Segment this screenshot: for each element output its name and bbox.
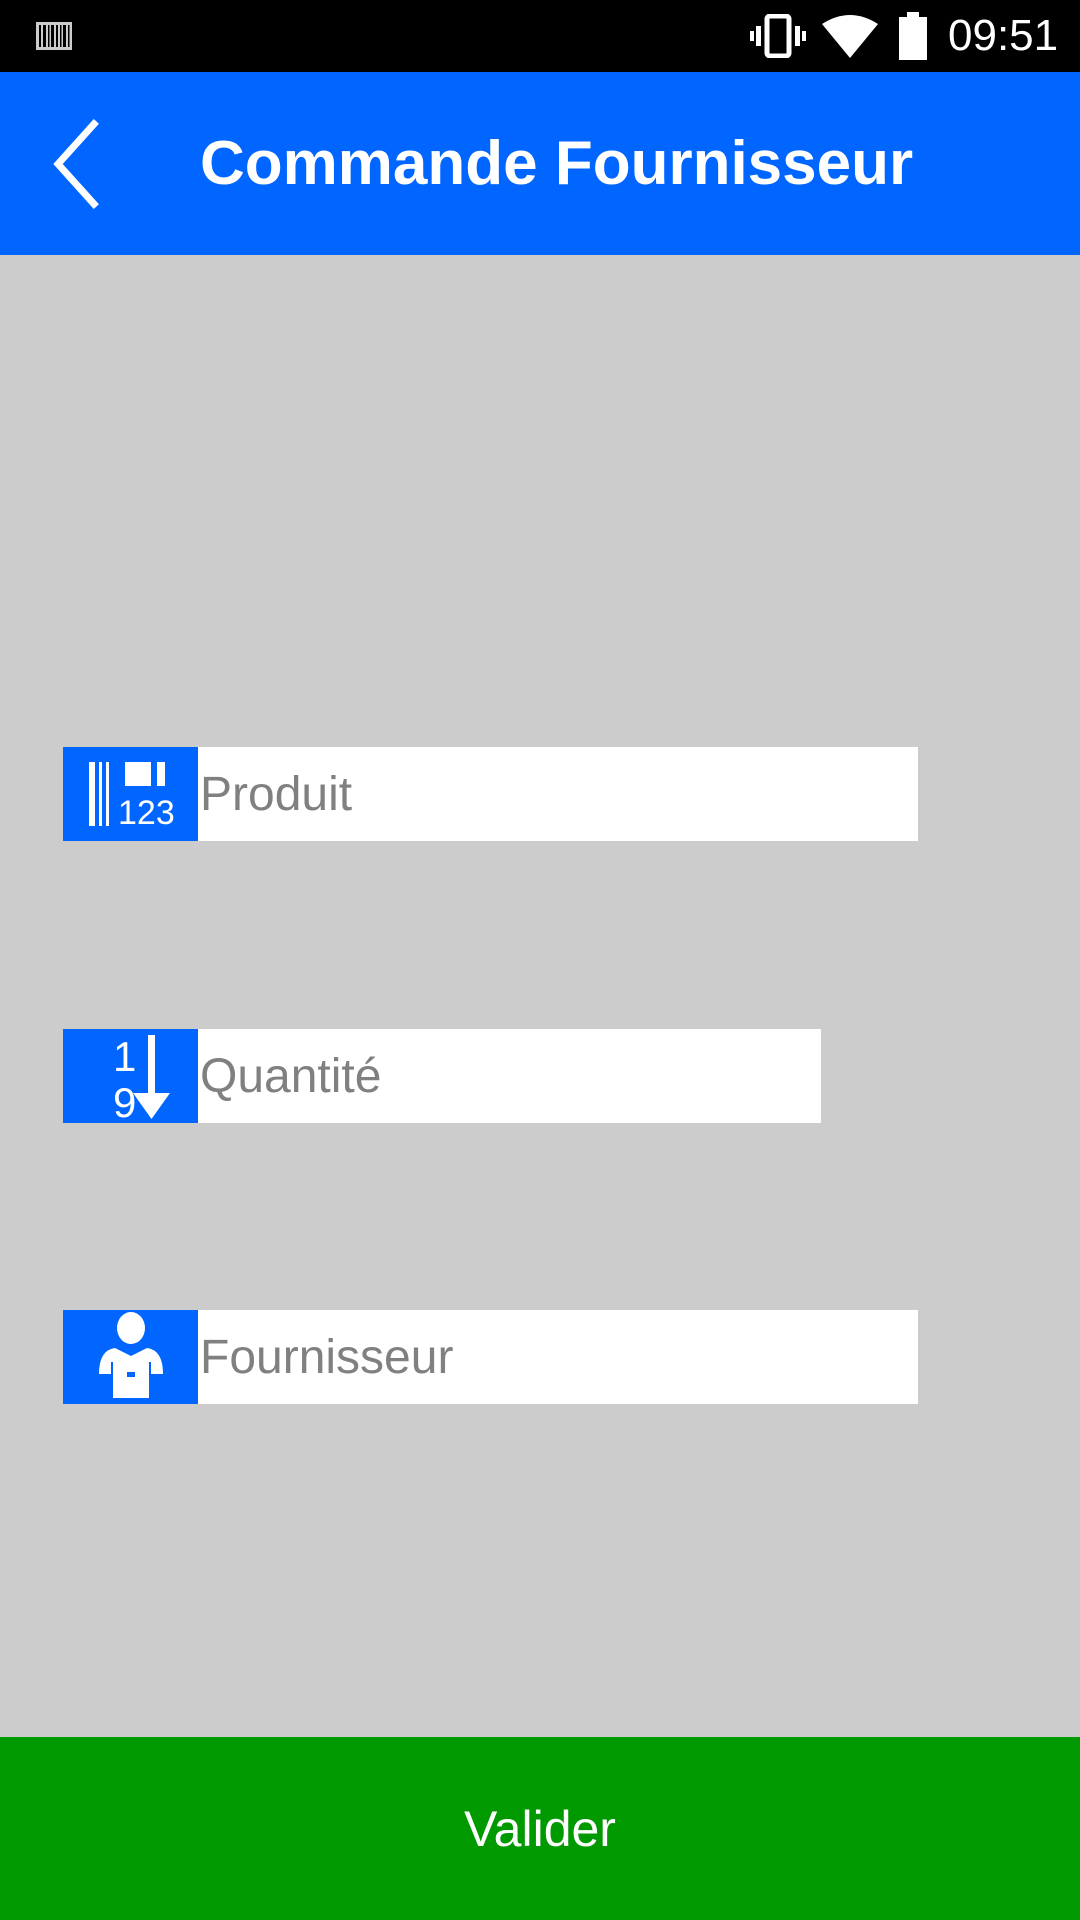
back-button[interactable] <box>44 116 114 212</box>
fournisseur-field <box>63 1310 918 1404</box>
vibrate-icon <box>750 14 806 58</box>
quantite-field: 1 9 <box>63 1029 821 1123</box>
svg-text:9: 9 <box>113 1079 136 1121</box>
produit-input[interactable] <box>198 747 918 841</box>
wifi-icon <box>822 15 878 58</box>
supplier-person-icon <box>63 1310 198 1404</box>
svg-text:1: 1 <box>113 1033 136 1080</box>
sort-1-9-down-icon: 1 9 <box>63 1029 198 1123</box>
barcode-123-icon: 123 <box>63 747 198 841</box>
app-bar: Commande Fournisseur <box>0 72 1080 255</box>
barcode-icon <box>36 22 72 50</box>
valider-button[interactable]: Valider <box>0 1737 1080 1920</box>
chevron-left-icon <box>53 119 99 209</box>
page-title: Commande Fournisseur <box>200 129 914 198</box>
quantite-input[interactable] <box>198 1029 821 1123</box>
status-bar: 09:51 <box>0 0 1080 72</box>
battery-icon <box>899 12 927 60</box>
form-area <box>0 255 1080 1737</box>
fournisseur-input[interactable] <box>198 1310 918 1404</box>
svg-text:123: 123 <box>118 794 175 828</box>
status-time: 09:51 <box>948 11 1059 60</box>
produit-field: 123 <box>63 747 918 841</box>
